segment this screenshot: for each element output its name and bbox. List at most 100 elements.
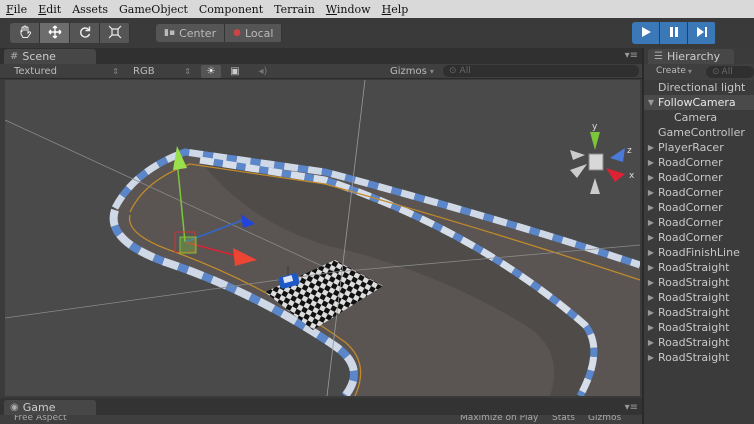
scene-search-input[interactable]: ⊙ All	[443, 65, 639, 77]
pivot-center-button[interactable]: ▮▪ Center	[156, 24, 226, 42]
hierarchy-control-bar: Create ▾ ⊙ All	[644, 64, 754, 80]
hierarchy-item[interactable]: ▶ RoadCorner	[644, 170, 754, 185]
menu-item-edit[interactable]: Edit	[38, 3, 61, 16]
pivot-center-label: Center	[179, 26, 217, 40]
hierarchy-item[interactable]: ▶ RoadCorner	[644, 200, 754, 215]
collapsed-arrow-icon[interactable]: ▶	[644, 218, 658, 227]
menu-item-terrain[interactable]: Terrain	[274, 3, 315, 16]
menu-item-gameobject[interactable]: GameObject	[119, 3, 188, 16]
hierarchy-item-label: RoadStraight	[658, 321, 730, 334]
scene-tabbar: # Scene ▾≡	[0, 48, 642, 64]
camera-icon: ◉	[10, 402, 19, 413]
scale-tool-button[interactable]	[100, 23, 130, 43]
dropdown-arrow-icon: ▾	[429, 67, 434, 76]
hierarchy-item[interactable]: ▶ RoadStraight	[644, 290, 754, 305]
hierarchy-item[interactable]: ▶ RoadStraight	[644, 275, 754, 290]
collapsed-arrow-icon[interactable]: ▶	[644, 293, 658, 302]
render-mode-dropdown[interactable]: Textured ⇕	[14, 65, 119, 78]
audio-toggle[interactable]: ◂)	[253, 65, 273, 78]
collapsed-arrow-icon[interactable]: ▶	[644, 263, 658, 272]
collapsed-arrow-icon[interactable]: ▶	[644, 278, 658, 287]
toolbar: ▮▪ Center ● Local	[0, 18, 754, 48]
pause-icon	[668, 26, 680, 41]
hierarchy-item-label: RoadStraight	[658, 351, 730, 364]
tab-scene[interactable]: # Scene	[4, 49, 96, 64]
lighting-toggle[interactable]: ☀	[201, 65, 221, 78]
collapsed-arrow-icon[interactable]: ▶	[644, 338, 658, 347]
pause-button[interactable]	[660, 22, 688, 44]
hierarchy-item-label: RoadCorner	[658, 216, 723, 229]
scene-render: y z x	[5, 80, 640, 396]
collapsed-arrow-icon[interactable]: ▶	[644, 188, 658, 197]
hierarchy-item[interactable]: ▶ RoadStraight	[644, 320, 754, 335]
collapsed-arrow-icon[interactable]: ▶	[644, 308, 658, 317]
gizmo-x-label: x	[629, 171, 635, 181]
rotate-icon	[78, 25, 92, 42]
panel-menu-icon[interactable]: ▾≡	[625, 402, 638, 413]
play-button[interactable]	[632, 22, 660, 44]
menu-item-window[interactable]: Window	[326, 3, 371, 16]
dropdown-arrow-icon: ⇕	[112, 67, 119, 76]
image-effects-toggle[interactable]: ▣	[225, 65, 245, 78]
transform-tools	[10, 23, 130, 43]
hierarchy-search-input[interactable]: ⊙ All	[706, 66, 754, 78]
hierarchy-item[interactable]: ▶ RoadCorner	[644, 215, 754, 230]
panel-menu-icon[interactable]: ▾≡	[625, 50, 638, 61]
hierarchy-item-label: RoadStraight	[658, 336, 730, 349]
gizmos-dropdown[interactable]: Gizmos ▾	[390, 65, 438, 78]
game-gizmos-dropdown[interactable]: Gizmos	[588, 415, 621, 423]
hierarchy-item[interactable]: ▶ RoadStraight	[644, 260, 754, 275]
grid-icon: #	[10, 51, 19, 62]
list-icon: ☰	[654, 51, 663, 62]
hierarchy-item-label: RoadStraight	[658, 306, 730, 319]
hierarchy-item[interactable]: ▶ RoadCorner	[644, 185, 754, 200]
color-mode-dropdown[interactable]: RGB ⇕	[133, 65, 191, 78]
search-icon: ⊙	[712, 67, 720, 77]
hierarchy-item[interactable]: Camera	[644, 110, 754, 125]
hierarchy-item-label: RoadCorner	[658, 171, 723, 184]
hierarchy-item[interactable]: ▼ FollowCamera	[644, 95, 754, 110]
scene-viewport[interactable]: y z x	[5, 80, 640, 396]
collapsed-arrow-icon[interactable]: ▶	[644, 248, 658, 257]
menu-item-component[interactable]: Component	[199, 3, 263, 16]
play-controls	[632, 22, 716, 44]
menu-item-assets[interactable]: Assets	[72, 3, 108, 16]
scale-icon	[108, 25, 122, 42]
collapsed-arrow-icon[interactable]: ▶	[644, 203, 658, 212]
hierarchy-item[interactable]: ▶ RoadCorner	[644, 155, 754, 170]
pivot-toggles: ▮▪ Center ● Local	[156, 24, 283, 42]
menu-bar: File Edit Assets GameObject Component Terrain…	[0, 0, 754, 18]
create-dropdown[interactable]: Create ▾	[656, 66, 692, 76]
create-label: Create	[656, 66, 686, 76]
collapsed-arrow-icon[interactable]: ▶	[644, 158, 658, 167]
hierarchy-item[interactable]: GameController	[644, 125, 754, 140]
tab-game[interactable]: ◉ Game	[4, 400, 96, 415]
hierarchy-item[interactable]: ▶ RoadStraight	[644, 350, 754, 365]
maximize-on-play-toggle[interactable]: Maximize on Play	[460, 415, 538, 423]
hierarchy-item[interactable]: Directional light	[644, 80, 754, 95]
gizmos-label: Gizmos	[390, 66, 427, 77]
rotate-tool-button[interactable]	[70, 23, 100, 43]
step-button[interactable]	[688, 22, 716, 44]
hierarchy-item[interactable]: ▶ RoadStraight	[644, 335, 754, 350]
expanded-arrow-icon[interactable]: ▼	[644, 98, 658, 107]
hierarchy-item[interactable]: ▶ PlayerRacer	[644, 140, 754, 155]
move-tool-button[interactable]	[40, 23, 70, 43]
collapsed-arrow-icon[interactable]: ▶	[644, 323, 658, 332]
aspect-dropdown[interactable]: Free Aspect	[14, 415, 67, 423]
menu-item-help[interactable]: Help	[382, 3, 409, 16]
hierarchy-item[interactable]: ▶ RoadStraight	[644, 305, 754, 320]
hierarchy-item[interactable]: ▶ RoadCorner	[644, 230, 754, 245]
audio-icon: ◂)	[258, 66, 268, 77]
gizmo-y-label: y	[592, 122, 598, 132]
stats-toggle[interactable]: Stats	[552, 415, 575, 423]
collapsed-arrow-icon[interactable]: ▶	[644, 173, 658, 182]
collapsed-arrow-icon[interactable]: ▶	[644, 353, 658, 362]
hierarchy-item[interactable]: ▶ RoadFinishLine	[644, 245, 754, 260]
collapsed-arrow-icon[interactable]: ▶	[644, 233, 658, 242]
hand-tool-button[interactable]	[10, 23, 40, 43]
menu-item-file[interactable]: File	[6, 3, 27, 16]
pivot-local-button[interactable]: ● Local	[225, 24, 283, 42]
tab-hierarchy[interactable]: ☰ Hierarchy	[648, 49, 734, 64]
collapsed-arrow-icon[interactable]: ▶	[644, 143, 658, 152]
